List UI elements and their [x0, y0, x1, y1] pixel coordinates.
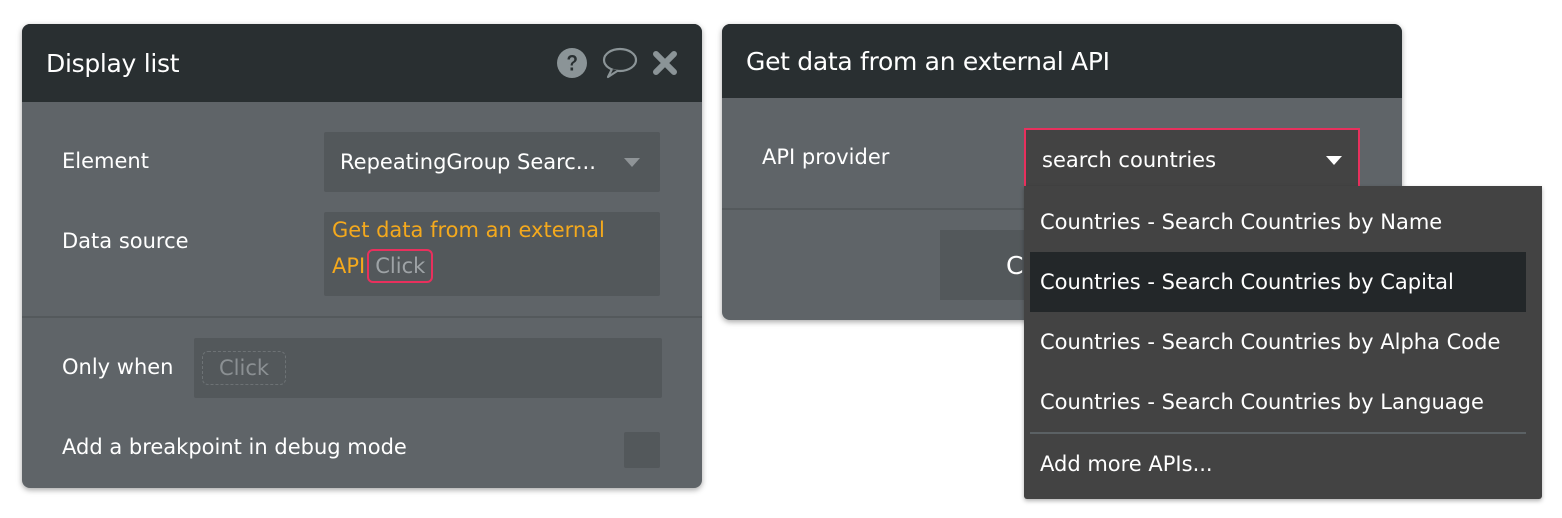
dropdown-option-label: Countries - Search Countries by Language [1040, 390, 1484, 414]
chevron-down-icon [624, 157, 640, 167]
header-icons [556, 47, 678, 79]
help-icon[interactable] [556, 47, 588, 79]
dropdown-option-label: Countries - Search Countries by Capital [1040, 270, 1454, 294]
comment-icon[interactable] [602, 47, 638, 79]
only-when-field[interactable]: Click [194, 338, 662, 398]
data-source-field[interactable]: Get data from an external API Click [324, 212, 660, 296]
display-list-panel: Display list Element RepeatingGroup Sear… [22, 24, 702, 488]
data-source-label: Data source [62, 229, 189, 253]
only-when-label: Only when [62, 355, 174, 379]
api-provider-value: search countries [1042, 148, 1217, 172]
api-provider-dropdown: Countries - Search Countries by Name Cou… [1024, 186, 1542, 499]
element-select[interactable]: RepeatingGroup Searc... [324, 132, 660, 192]
data-source-value-line2: API [332, 254, 366, 278]
chevron-down-icon [1326, 155, 1342, 165]
data-source-click-button[interactable]: Click [367, 249, 434, 283]
dropdown-option-label: Countries - Search Countries by Alpha Co… [1040, 330, 1501, 354]
panel-header: Display list [22, 24, 702, 102]
add-more-apis-label: Add more APIs... [1040, 452, 1213, 476]
breakpoint-checkbox[interactable] [624, 432, 660, 468]
dropdown-option-highlighted[interactable]: Countries - Search Countries by Capital [1030, 252, 1526, 312]
dropdown-option[interactable]: Countries - Search Countries by Language [1030, 372, 1526, 432]
panel-action-button-label: C [1006, 250, 1024, 280]
only-when-click-button[interactable]: Click [202, 351, 287, 385]
data-source-value-line1: Get data from an external [332, 218, 605, 242]
element-label: Element [62, 149, 149, 173]
divider [22, 316, 702, 318]
add-more-apis-option[interactable]: Add more APIs... [1030, 434, 1526, 494]
dropdown-option-label: Countries - Search Countries by Name [1040, 210, 1443, 234]
panel-title: Display list [46, 48, 180, 78]
breakpoint-label: Add a breakpoint in debug mode [62, 435, 407, 459]
dropdown-option[interactable]: Countries - Search Countries by Name [1030, 192, 1526, 252]
panel-header: Get data from an external API [722, 24, 1402, 98]
api-provider-select[interactable]: search countries [1024, 128, 1360, 190]
element-select-value: RepeatingGroup Searc... [340, 150, 596, 174]
close-icon[interactable] [652, 50, 678, 76]
dropdown-option[interactable]: Countries - Search Countries by Alpha Co… [1030, 312, 1526, 372]
panel-title: Get data from an external API [746, 46, 1110, 76]
api-provider-label: API provider [762, 145, 890, 169]
